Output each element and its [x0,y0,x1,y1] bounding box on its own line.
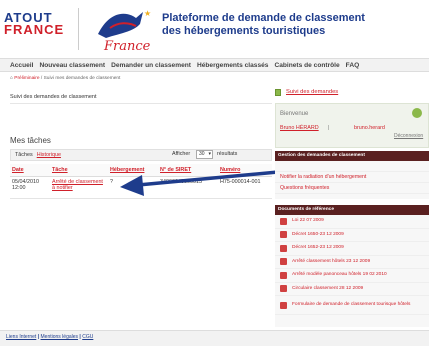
atout-france-logo[interactable]: ATOUT FRANCE [4,11,65,37]
cell-hebergement: ? [108,176,158,199]
platform-title-line-2: des hébergements touristiques [162,25,326,37]
table-row: 05/04/2010 12:00 Arrêté de classement à … [10,176,272,199]
divider [10,103,272,104]
pdf-icon [280,301,287,309]
nav-item-demander-classement[interactable]: Demander un classement [111,62,191,69]
nav-item-hebergements-classes[interactable]: Hébergements classés [197,62,268,69]
document-item[interactable]: Décret 1650-23 12 2009 [275,229,429,242]
pdf-icon [280,231,287,239]
document-item[interactable]: Formulaire de demande de classement tour… [275,296,429,315]
france-script-logo: France ★ [98,9,151,54]
gestion-item-notifier-radiation[interactable]: Notifier la radiation d'un hébergement [275,172,429,183]
document-label: Circulaire classement 28 12 2009 [292,285,364,291]
document-label: Formulaire de demande de classement tour… [292,302,411,307]
chevron-down-icon: ▾ [208,151,211,157]
cell-siret: 34066645500015 [158,176,218,199]
document-label: Arrêté modèle panonceau hôtels 19 02 201… [292,272,387,278]
france-script-text: France [103,39,151,54]
history-link[interactable]: Historique [37,152,61,158]
column-header-task[interactable]: Tâche [50,164,108,177]
cell-date: 05/04/2010 12:00 [10,176,50,199]
document-label: Décret 1652-23 12 2009 [292,245,344,251]
documents-list: Loi 22 07 2009 Décret 1650-23 12 2009 Dé… [275,215,429,327]
logo-line-2: FRANCE [4,22,65,37]
results-label: résultats [217,151,238,157]
document-label: Décret 1650-23 12 2009 [292,231,344,237]
per-page-select[interactable]: 30 ▾ [196,150,213,159]
document-item[interactable]: Circulaire classement 28 12 2009 [275,283,429,296]
nav-item-cabinets-controle[interactable]: Cabinets de contrôle [274,62,339,69]
per-page-value: 30 [199,151,205,157]
document-item[interactable]: Décret 1652-23 12 2009 [275,242,429,256]
pdf-icon [280,285,287,293]
page-header: ATOUT FRANCE France ★ Plateforme de dema… [0,0,429,58]
welcome-box: Bienvenue Bruno HÉRARD | bruno.herard Dé… [275,103,429,148]
nav-item-accueil[interactable]: Accueil [10,62,33,69]
suivi-demandes-link[interactable]: Suivi des demandes [275,86,425,98]
main-nav: Accueil Nouveau classement Demander un c… [0,58,429,72]
user-email: bruno.herard [354,125,385,131]
platform-title-line-1: Plateforme de demande de classement [162,12,365,24]
cell-numero: H75-000014-001 [218,176,272,199]
document-item[interactable]: Arrêté classement hôtels 23 12 2009 [275,256,429,269]
cell-task-link[interactable]: Arrêté de classement à notifier [50,176,108,199]
breadcrumb: ⌂ Préliminaire / Suivi mes demandes de c… [10,76,120,81]
tasks-table: Date Tâche Hébergement N° de SIRET Numér… [10,164,272,199]
column-header-siret[interactable]: N° de SIRET [158,164,218,177]
nav-item-nouveau-classement[interactable]: Nouveau classement [39,62,105,69]
welcome-greeting: Bienvenue [280,111,309,117]
header-divider [78,8,79,50]
document-item[interactable]: Loi 22 07 2009 [275,215,429,229]
footer-link-cgu[interactable]: CGU [82,334,93,340]
gestion-item[interactable] [275,161,429,172]
footer-link-mentions-legales[interactable]: Mentions légales [41,334,79,340]
table-header-row: Date Tâche Hébergement N° de SIRET Numér… [10,164,272,177]
pdf-icon [280,244,287,252]
document-item[interactable]: Arrêté modèle panonceau hôtels 19 02 201… [275,269,429,283]
suivi-demandes-label: Suivi des demandes [286,89,339,95]
tasks-label: Tâches [15,152,33,158]
nav-item-faq[interactable]: FAQ [346,62,360,69]
document-icon [275,88,281,96]
breadcrumb-current: / Suivi mes demandes de classement [40,76,121,81]
user-icon [412,108,422,118]
pdf-icon [280,258,287,266]
document-label: Arrêté classement hôtels 23 12 2009 [292,258,371,264]
logout-link[interactable]: Déconnexion [394,133,423,139]
column-header-date[interactable]: Date [10,164,50,177]
gestion-list: Notifier la radiation d'un hébergement Q… [275,161,429,199]
section-title: Suivi des demandes de classement [10,94,97,100]
column-header-hebergement[interactable]: Hébergement [108,164,158,177]
pdf-icon [280,217,287,225]
page-footer: Liens Internet | Mentions légales | CGU [0,330,429,346]
star-icon: ★ [144,9,151,18]
document-label: Loi 22 07 2009 [292,218,324,224]
platform-title: Plateforme de demande de classement des … [162,12,365,38]
breadcrumb-home[interactable]: Préliminaire [14,76,39,81]
footer-link-liens-internet[interactable]: Liens Internet [6,334,36,340]
tasks-title: Mes tâches [10,136,51,145]
pdf-icon [280,271,287,279]
gestion-item-faq[interactable]: Questions fréquentes [275,183,429,194]
documents-header: Documents de référence [275,205,429,215]
user-separator: | [328,125,330,131]
column-header-numero[interactable]: Numéro [218,164,272,177]
gestion-header: Gestion des demandes de classement [275,151,429,161]
user-name-link[interactable]: Bruno HÉRARD [280,125,319,131]
afficher-label: Afficher [172,151,191,157]
home-icon[interactable]: ⌂ [10,76,13,81]
